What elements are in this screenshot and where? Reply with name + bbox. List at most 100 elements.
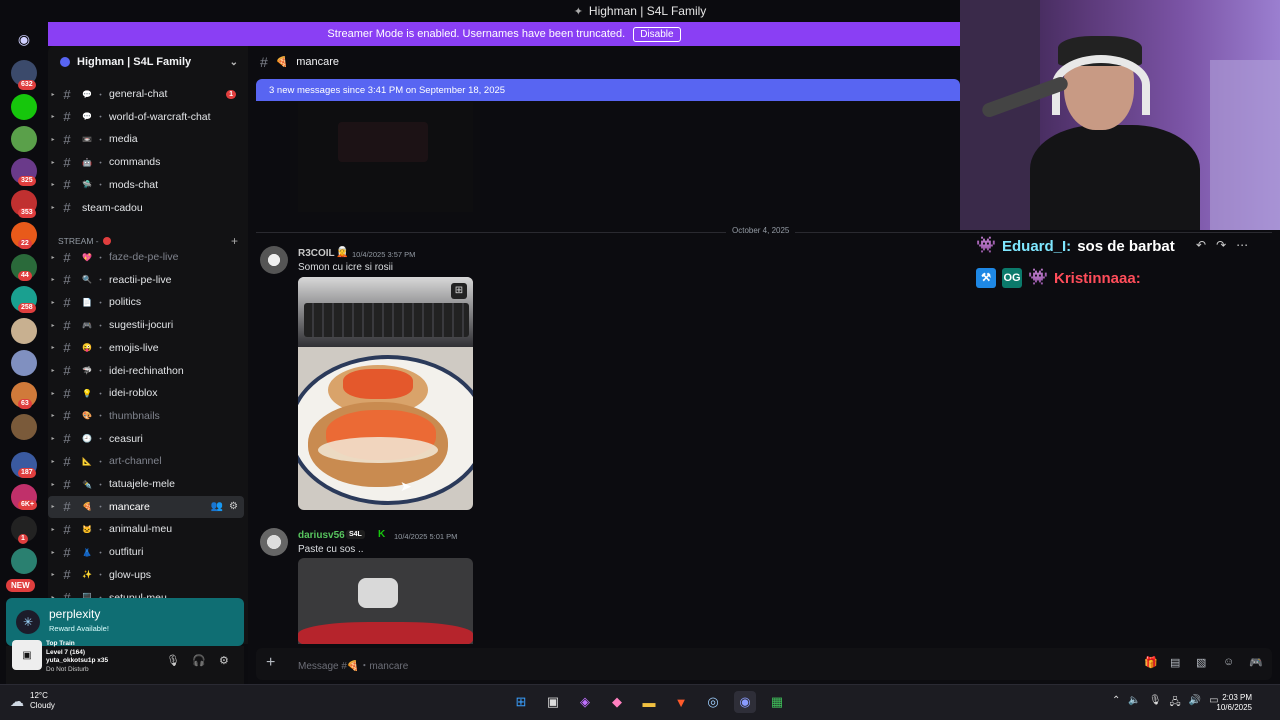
sidebar-item-animalul-meu[interactable]: ▸ # 🐱 ・ animalul-meu xyxy=(48,518,244,540)
server-icon-10[interactable] xyxy=(11,350,37,376)
server-icon-9[interactable] xyxy=(11,318,37,344)
sidebar-item-general-chat[interactable]: ▸ # 💬 ・ general-chat 1 xyxy=(48,83,244,105)
sidebar-item-media[interactable]: ▸ # 📼 ・ media xyxy=(48,128,244,150)
excel-icon[interactable]: ▦ xyxy=(766,691,788,713)
message-input[interactable]: Message #🍕・mancare xyxy=(298,657,408,672)
sidebar-item-idei-roblox[interactable]: ▸ # 💡 ・ idei-roblox xyxy=(48,382,244,404)
server-header[interactable]: Highman | S4L Family ⌄ xyxy=(48,46,248,78)
microphone-icon[interactable]: 🎙 xyxy=(166,654,180,667)
sidebar-item-label: art-channel xyxy=(109,455,162,468)
sidebar-item-commands[interactable]: ▸ # 🤖 ・ commands xyxy=(48,151,244,173)
gallery-icon[interactable]: ⊞ xyxy=(451,283,467,299)
chevron-right-icon[interactable]: ▸ xyxy=(48,276,58,283)
image-attachment-previous[interactable] xyxy=(298,102,473,212)
copilot-app-icon[interactable]: ◆ xyxy=(606,691,628,713)
new-messages-bar[interactable]: 3 new messages since 3:41 PM on Septembe… xyxy=(256,79,960,101)
separator-dot: ・ xyxy=(96,343,106,354)
sidebar-item-faze-de-pe-live[interactable]: ▸ # 💖 ・ faze-de-pe-live xyxy=(48,246,244,268)
sidebar-item-thumbnails[interactable]: ▸ # 🎨 ・ thumbnails xyxy=(48,405,244,427)
gif-icon[interactable]: ▤ xyxy=(1170,656,1180,669)
sidebar-item-steam-cadou[interactable]: ▸ # steam-cadou xyxy=(48,197,244,219)
sidebar-item-sugestii-jocuri[interactable]: ▸ # 🎮 ・ sugestii-jocuri xyxy=(48,314,244,336)
chevron-right-icon[interactable]: ▸ xyxy=(48,181,58,188)
forward-icon[interactable]: ↷ xyxy=(1216,238,1226,252)
emoji-icon[interactable]: ☺ xyxy=(1223,656,1234,668)
sidebar-item-mods-chat[interactable]: ▸ # 🛸 ・ mods-chat xyxy=(48,174,244,196)
chevron-up-icon[interactable]: ⌃ xyxy=(1112,695,1120,712)
gear-icon[interactable]: ⚙ xyxy=(219,654,229,667)
chevron-right-icon[interactable]: ▸ xyxy=(48,344,58,351)
chevron-right-icon[interactable]: ▸ xyxy=(48,367,58,374)
chevron-right-icon[interactable]: ▸ xyxy=(48,503,58,510)
chevron-right-icon[interactable]: ▸ xyxy=(48,458,58,465)
message-author[interactable]: R3COIL xyxy=(298,248,335,259)
discord-home-icon[interactable]: ◉ xyxy=(11,26,37,52)
chevron-right-icon[interactable]: ▸ xyxy=(48,481,58,488)
sidebar-item-idei-rechinathon[interactable]: ▸ # 🦈 ・ idei-rechinathon xyxy=(48,360,244,382)
sidebar-item-art-channel[interactable]: ▸ # 📐 ・ art-channel xyxy=(48,450,244,472)
activity-icon[interactable]: 🎮 xyxy=(1249,656,1263,669)
headphones-icon[interactable]: 🎧 xyxy=(192,654,206,667)
image-attachment-pasta[interactable] xyxy=(298,558,473,644)
server-icon-3[interactable] xyxy=(11,126,37,152)
chevron-right-icon[interactable]: ▸ xyxy=(48,204,58,211)
copilot-icon[interactable]: ◈ xyxy=(574,691,596,713)
chevron-right-icon[interactable]: ▸ xyxy=(48,299,58,306)
chevron-right-icon[interactable]: ▸ xyxy=(48,412,58,419)
steam-icon[interactable]: ◎ xyxy=(702,691,724,713)
chevron-right-icon[interactable]: ▸ xyxy=(48,322,58,329)
sidebar-item-emojis-live[interactable]: ▸ # 😜 ・ emojis-live xyxy=(48,337,244,359)
microphone-icon[interactable]: 🎙 xyxy=(1149,695,1162,712)
sidebar-item-outfituri[interactable]: ▸ # 👗 ・ outfituri xyxy=(48,541,244,563)
sidebar-item-tatuajele-mele[interactable]: ▸ # ✒️ ・ tatuajele-mele xyxy=(48,473,244,495)
image-attachment-salmon[interactable]: ⊞ xyxy=(298,277,473,510)
message-author[interactable]: dariusv56 xyxy=(298,530,345,541)
sidebar-item-world-of-warcraft-chat[interactable]: ▸ # 💬 ・ world-of-warcraft-chat xyxy=(48,106,244,128)
chevron-right-icon[interactable]: ▸ xyxy=(48,136,58,143)
avatar[interactable]: ▣ xyxy=(12,640,42,670)
server-tag[interactable]: S4L xyxy=(346,530,365,539)
network-icon[interactable]: 🖧 xyxy=(1170,695,1181,712)
new-servers-pill[interactable]: NEW xyxy=(6,579,35,592)
sidebar-item-politics[interactable]: ▸ # 📄 ・ politics xyxy=(48,291,244,313)
gift-icon[interactable]: 🎁 xyxy=(1144,656,1158,669)
sidebar-item-ceasuri[interactable]: ▸ # 🕘 ・ ceasuri xyxy=(48,428,244,450)
gear-icon[interactable]: ⚙ xyxy=(229,501,238,512)
chevron-right-icon[interactable]: ▸ xyxy=(48,526,58,533)
sticker-icon[interactable]: ▧ xyxy=(1196,656,1206,669)
add-attachment-icon[interactable]: + xyxy=(266,654,275,672)
discord-taskbar-icon[interactable]: ◉ xyxy=(734,691,756,713)
avatar[interactable] xyxy=(260,246,288,274)
server-icon-12[interactable] xyxy=(11,414,37,440)
clock[interactable]: 2:03 PM 10/6/2025 xyxy=(1212,693,1252,713)
avatar[interactable] xyxy=(260,528,288,556)
perplexity-reward-card[interactable]: ✳ perplexity Reward Available! xyxy=(6,598,244,646)
chevron-right-icon[interactable]: ▸ xyxy=(48,254,58,261)
chevron-down-icon[interactable]: ⌄ xyxy=(230,57,238,68)
sidebar-item-mancare[interactable]: ▸ # 🍕 ・ mancare 👥 ⚙ xyxy=(48,495,244,518)
user-status: Top Train Level 7 (164) yuta_okkotsu1p x… xyxy=(46,640,108,674)
chevron-right-icon[interactable]: ▸ xyxy=(48,549,58,556)
sidebar-item-glow-ups[interactable]: ▸ # ✨ ・ glow-ups xyxy=(48,564,244,586)
chevron-right-icon[interactable]: ▸ xyxy=(48,571,58,578)
more-options-icon[interactable]: ⋯ xyxy=(1236,238,1248,252)
audio-icon[interactable]: 🔈 xyxy=(1128,695,1140,712)
volume-icon[interactable]: 🔊 xyxy=(1189,695,1201,712)
server-icon-kick[interactable] xyxy=(11,94,37,120)
file-explorer-icon[interactable]: ▬ xyxy=(638,691,660,713)
windows-start-icon[interactable]: ⊞ xyxy=(510,691,532,713)
add-member-icon[interactable]: 👥 xyxy=(211,501,223,512)
chevron-right-icon[interactable]: ▸ xyxy=(48,435,58,442)
disable-streamer-mode-button[interactable]: Disable xyxy=(633,26,681,42)
server-icon-16[interactable] xyxy=(11,548,37,574)
chevron-right-icon[interactable]: ▸ xyxy=(48,91,58,98)
task-view-icon[interactable]: ▣ xyxy=(542,691,564,713)
chevron-right-icon[interactable]: ▸ xyxy=(48,113,58,120)
weather-widget[interactable]: ☁ 12°C Cloudy xyxy=(10,691,55,711)
chevron-right-icon[interactable]: ▸ xyxy=(48,390,58,397)
chevron-right-icon[interactable]: ▸ xyxy=(48,159,58,166)
reply-icon[interactable]: ↶ xyxy=(1196,238,1206,252)
message-composer[interactable]: + Message #🍕・mancare 🎁 ▤ ▧ ☺ 🎮 xyxy=(256,648,1272,680)
brave-browser-icon[interactable]: ▼ xyxy=(670,691,692,713)
sidebar-item-reactii-pe-live[interactable]: ▸ # 🔍 ・ reactii-pe-live xyxy=(48,269,244,291)
